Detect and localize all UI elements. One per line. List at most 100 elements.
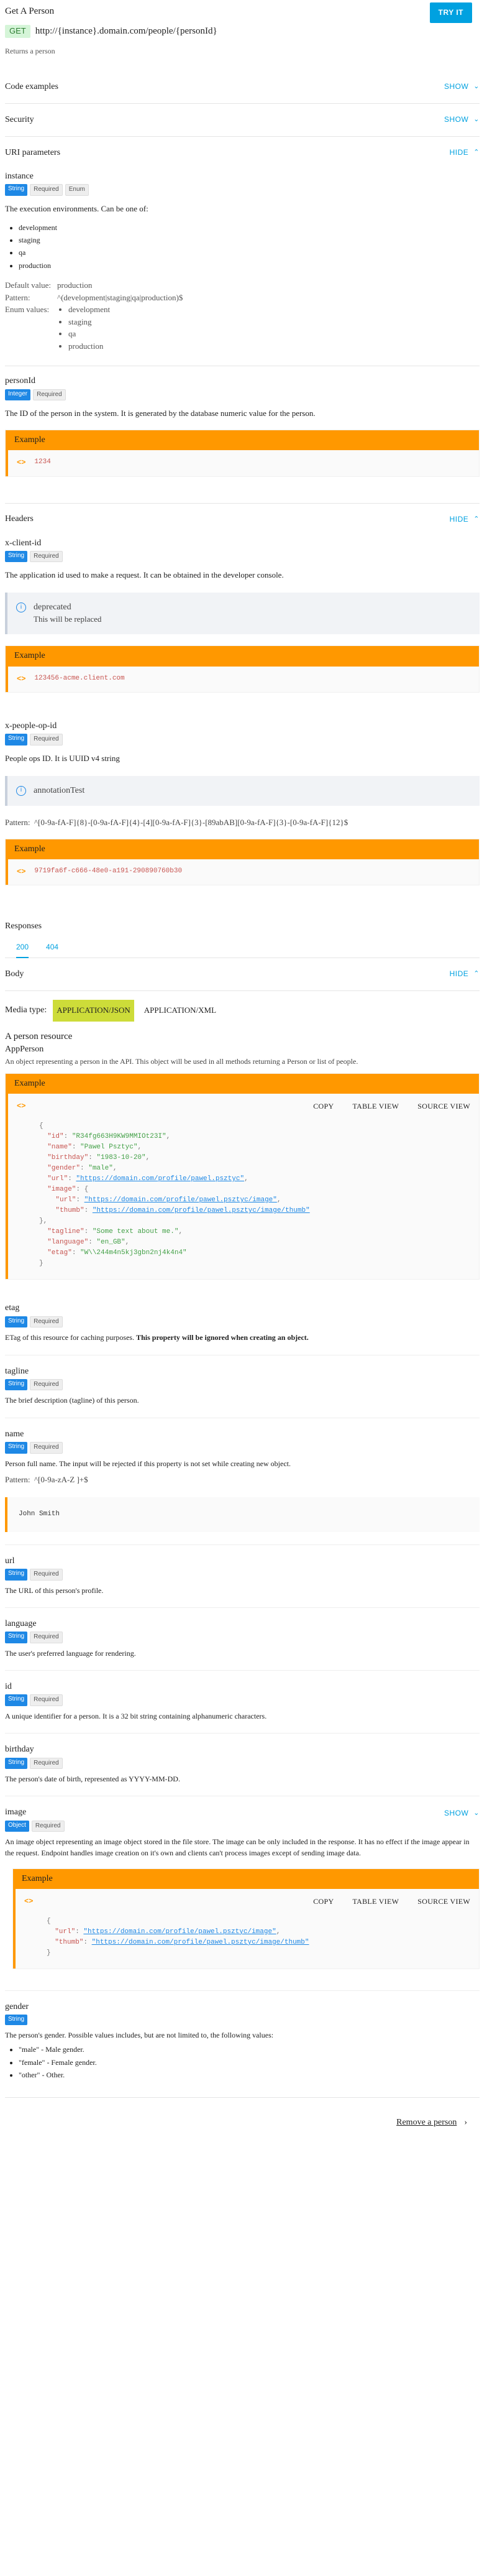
property-head: image SHOW ⌄: [5, 1806, 480, 1820]
uri-params-section[interactable]: URI parameters HIDE ⌃: [5, 141, 480, 165]
tab-200[interactable]: 200: [16, 942, 29, 958]
type-badge: String: [5, 734, 28, 746]
info-icon: i: [16, 785, 26, 796]
response-tabs: 200 404: [5, 933, 480, 958]
divider: [5, 103, 480, 104]
annotation-title: deprecated: [34, 602, 71, 612]
param-description: The ID of the person in the system. It i…: [5, 409, 316, 418]
list-item: "female" - Female gender.: [19, 2056, 480, 2069]
json-key: "url": [55, 1927, 76, 1936]
annotation-title: annotationTest: [34, 785, 85, 795]
image-example-block: Example <> COPY TABLE VIEW SOURCE VIEW {…: [12, 1868, 480, 1969]
example-body: <> COPY TABLE VIEW SOURCE VIEW { "url": …: [13, 1889, 479, 1969]
divider: [5, 136, 480, 137]
tab-404[interactable]: 404: [46, 942, 58, 958]
property-name: name: [5, 1429, 24, 1439]
source-view-button[interactable]: SOURCE VIEW: [417, 1101, 470, 1112]
annotation-desc: This will be replaced: [34, 614, 102, 624]
json-source: { "url": "https://domain.com/profile/paw…: [24, 1916, 470, 1959]
json-key: "thumb": [47, 1207, 84, 1215]
chevron-right-icon[interactable]: ›: [464, 2117, 467, 2129]
example-title: Example: [13, 1869, 479, 1890]
property-description: A unique identifier for a person. It is …: [5, 1711, 267, 1720]
param-description: The execution environments. Can be one o…: [5, 203, 148, 213]
body-section[interactable]: Body HIDE ⌃: [5, 962, 480, 987]
headers-section[interactable]: Headers HIDE ⌃: [5, 507, 480, 532]
method-summary: Returns a person: [5, 46, 55, 55]
required-badge: Required: [30, 184, 63, 196]
list-item: "male" - Male gender.: [19, 2043, 480, 2056]
resource-title: A person resource: [5, 1031, 73, 1041]
json-value: {: [84, 1186, 89, 1194]
try-it-button[interactable]: TRY IT: [429, 2, 472, 24]
list-item: production: [68, 340, 110, 353]
property-name: tagline: [5, 1366, 29, 1376]
json-value[interactable]: "https://domain.com/profile/pawel.psztyc…: [84, 1196, 277, 1204]
param-description: People ops ID. It is UUID v4 string: [5, 753, 120, 763]
json-value[interactable]: "https://domain.com/profile/pawel.psztyc…: [83, 1928, 276, 1936]
source-view-button[interactable]: SOURCE VIEW: [417, 1896, 470, 1907]
divider: [5, 990, 480, 991]
hide-toggle[interactable]: HIDE ⌃: [450, 514, 480, 525]
code-examples-section[interactable]: Code examples SHOW ⌄: [5, 75, 480, 99]
url-text[interactable]: http://{instance}.domain.com/people/{per…: [35, 25, 217, 39]
hide-toggle[interactable]: HIDE ⌃: [450, 147, 480, 158]
property-badges: String Required: [5, 1757, 480, 1770]
json-key: "id": [47, 1132, 64, 1140]
json-value[interactable]: "https://domain.com/profile/pawel.psztyc…: [93, 1207, 310, 1214]
list-item: staging: [19, 234, 480, 246]
json-line: }: [39, 1260, 43, 1268]
security-section[interactable]: Security SHOW ⌄: [5, 108, 480, 132]
table-view-button[interactable]: TABLE VIEW: [352, 1101, 399, 1112]
code-icon: <>: [17, 1102, 26, 1111]
property-description: The user's preferred language for render…: [5, 1648, 136, 1658]
required-badge: Required: [30, 1442, 63, 1454]
type-badge: String: [5, 1569, 28, 1581]
pattern: Pattern: ^(development|staging|qa|produc…: [5, 292, 183, 302]
json-value[interactable]: "https://domain.com/profile/pawel.psztyc…: [76, 1175, 244, 1183]
media-xml-button[interactable]: APPLICATION/XML: [140, 1000, 220, 1022]
next-method-link[interactable]: Remove a person: [396, 2117, 457, 2129]
enum-values: Enum values: development staging qa prod…: [5, 303, 480, 352]
param-name: instance: [5, 172, 34, 181]
property-badges: String Required: [5, 1316, 480, 1328]
copy-button[interactable]: COPY: [313, 1896, 334, 1907]
property-url: url String Required The URL of this perso…: [5, 1545, 480, 1608]
json-line: {: [47, 1917, 51, 1925]
json-line: {: [39, 1122, 43, 1130]
show-toggle[interactable]: SHOW ⌄: [444, 81, 480, 92]
list-item: development: [19, 221, 480, 234]
json-value: "en_GB": [96, 1239, 125, 1247]
table-view-button[interactable]: TABLE VIEW: [352, 1896, 399, 1907]
media-type-selector: Media type: APPLICATION/JSON APPLICATION…: [5, 999, 480, 1022]
show-toggle[interactable]: SHOW ⌄: [444, 1808, 480, 1819]
divider: [5, 502, 480, 504]
info-icon: i: [16, 602, 26, 613]
copy-button[interactable]: COPY: [313, 1101, 334, 1112]
json-value[interactable]: "https://domain.com/profile/pawel.psztyc…: [92, 1939, 309, 1946]
chevron-up-icon: ⌃: [473, 515, 480, 523]
section-title: Body: [5, 969, 24, 979]
example-title: Example: [6, 839, 479, 860]
json-key: "birthday": [47, 1153, 89, 1161]
show-toggle[interactable]: SHOW ⌄: [444, 114, 480, 125]
property-language: language String Required The user's prefe…: [5, 1608, 480, 1671]
required-badge: Required: [31, 1820, 65, 1832]
properties-list: etag String Required ETag of this resourc…: [5, 1292, 480, 2098]
code-icon: <>: [17, 674, 26, 683]
json-key: "thumb": [55, 1938, 84, 1946]
property-badges: String: [5, 2015, 480, 2025]
type-badge: String: [5, 550, 28, 563]
hide-toggle[interactable]: HIDE ⌃: [450, 969, 480, 979]
chevron-up-icon: ⌃: [473, 149, 480, 157]
header-x-client-id: x-client-id String Required The applicat…: [5, 532, 480, 715]
param-badges: String Required: [5, 550, 480, 563]
param-badges: String Required: [5, 734, 480, 746]
json-line: "thumb": "https://domain.com/profile/paw…: [55, 1938, 309, 1946]
section-title: Security: [5, 114, 34, 124]
property-badges: String Required: [5, 1378, 480, 1391]
property-image: image SHOW ⌄ Object Required An image obje…: [5, 1796, 480, 1991]
resource-description: An object representing a person in the A…: [5, 1056, 358, 1066]
property-description: The person's gender. Possible values inc…: [5, 2030, 274, 2039]
media-json-button[interactable]: APPLICATION/JSON: [53, 999, 134, 1022]
